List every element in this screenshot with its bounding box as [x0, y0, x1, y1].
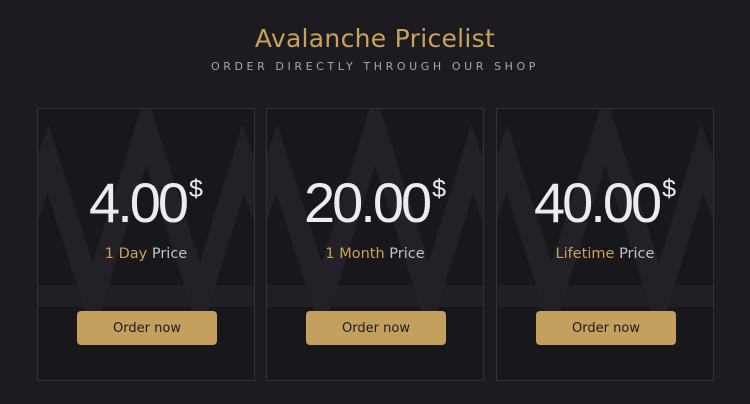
pricing-card-lifetime: 40.00 $ Lifetime Price Order now: [496, 108, 714, 381]
price-amount: 4.00: [89, 171, 189, 234]
pricing-card-day: 4.00 $ 1 Day Price Order now: [37, 108, 255, 381]
order-now-button-day[interactable]: Order now: [77, 311, 217, 345]
plan-price-word: Price: [151, 246, 188, 262]
plan-price-word: Price: [619, 246, 655, 262]
price-amount: 40.00: [533, 171, 662, 234]
order-now-button-lifetime[interactable]: Order now: [536, 311, 676, 345]
plan-period: 1 Month: [325, 246, 385, 262]
pricelist-page: Avalanche Pricelist ORDER DIRECTLY THROU…: [0, 0, 750, 404]
plan-label: 1 Month Price: [267, 246, 483, 262]
plan-price-word: Price: [389, 246, 425, 262]
plan-label: 1 Day Price: [38, 246, 254, 262]
price-display: 20.00 $: [267, 173, 483, 233]
plan-period: Lifetime: [555, 246, 615, 262]
pricing-card-month: 20.00 $ 1 Month Price Order now: [266, 108, 484, 381]
price-display: 40.00 $: [497, 173, 713, 233]
order-now-button-month[interactable]: Order now: [306, 311, 446, 345]
currency-symbol: $: [189, 175, 203, 203]
price-display: 4.00 $: [38, 173, 254, 233]
currency-symbol: $: [432, 175, 447, 203]
price-amount: 20.00: [303, 171, 432, 234]
plan-period: 1 Day: [104, 246, 148, 262]
plan-label: Lifetime Price: [497, 246, 713, 262]
page-title: Avalanche Pricelist: [254, 24, 496, 53]
currency-symbol: $: [662, 175, 677, 203]
page-subtitle: ORDER DIRECTLY THROUGH OUR SHOP: [210, 60, 540, 73]
